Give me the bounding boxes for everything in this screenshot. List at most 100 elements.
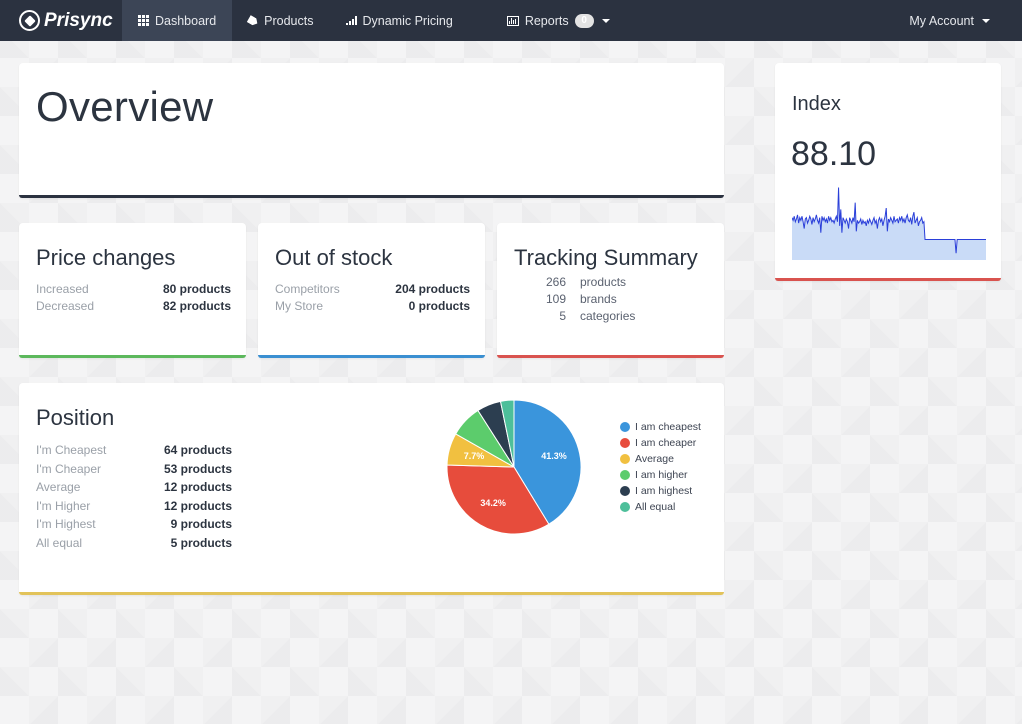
row-value: 12 products [163, 480, 232, 495]
legend-dot-icon [620, 422, 630, 432]
tracking-summary-card[interactable]: Tracking Summary 266 products 109 brands… [497, 223, 724, 358]
card-title: Tracking Summary [514, 245, 698, 270]
row-label: All equal [36, 535, 83, 550]
row-value: 64 products [163, 443, 232, 458]
index-value: 88.10 [791, 135, 877, 173]
legend-label: I am higher [635, 469, 688, 481]
index-sparkline [792, 187, 986, 260]
legend-label: I am cheapest [635, 421, 701, 433]
row-label: I'm Higher [36, 498, 91, 513]
row-label: Competitors [275, 282, 340, 297]
legend-label: Average [635, 453, 674, 465]
list-item: I'm Highest 9 products [36, 515, 232, 534]
nav-dashboard[interactable]: Dashboard [122, 0, 233, 41]
pie-data-label: 41.3% [541, 451, 567, 461]
tag-icon [247, 15, 260, 27]
pie-data-label: 7.7% [464, 451, 485, 461]
row-label: Increased [36, 282, 89, 297]
index-card[interactable]: Index 88.10 [775, 63, 1001, 281]
price-changes-card[interactable]: Price changes Increased 80 products Decr… [19, 223, 246, 358]
my-account-label: My Account [909, 13, 974, 28]
legend-label: I am cheaper [635, 437, 697, 449]
card-accent-bar [19, 355, 246, 358]
legend-dot-icon [620, 470, 630, 480]
list-item: I'm Cheapest 64 products [36, 441, 232, 460]
card-accent-bar [258, 355, 485, 358]
nav-dynamic-pricing[interactable]: Dynamic Pricing [330, 0, 491, 41]
pie-svg: 41.3% 34.2% 7.7% [446, 399, 582, 535]
row-value: 12 products [163, 498, 232, 513]
pie-data-label: 34.2% [480, 498, 506, 508]
list-item: All equal 5 products [36, 534, 232, 553]
row-value: 5 products [170, 535, 232, 550]
legend-item[interactable]: I am cheaper [620, 435, 701, 451]
card-title: Index [792, 93, 841, 115]
row-label: My Store [275, 298, 324, 313]
list-item: Increased 80 products [36, 281, 231, 298]
legend-label: All equal [635, 501, 676, 513]
row-label: I'm Highest [36, 517, 96, 532]
nav-reports[interactable]: Reports 0 [491, 0, 626, 41]
legend-item[interactable]: I am highest [620, 483, 701, 499]
card-accent-bar [497, 355, 724, 358]
nav-dashboard-label: Dashboard [155, 13, 217, 28]
row-label: products [580, 274, 627, 289]
row-value: 53 products [163, 461, 232, 476]
signal-bars-icon [345, 16, 357, 25]
list-item: I'm Cheaper 53 products [36, 460, 232, 479]
prisync-logo-icon [19, 10, 40, 31]
list-item: My Store 0 products [275, 298, 470, 315]
list-item: I'm Higher 12 products [36, 497, 232, 516]
out-of-stock-card[interactable]: Out of stock Competitors 204 products My… [258, 223, 485, 358]
card-accent-bar [19, 592, 724, 595]
row-value: 80 products [162, 282, 231, 297]
nav-my-account[interactable]: My Account [909, 0, 990, 41]
nav-dynamic-pricing-label: Dynamic Pricing [362, 13, 453, 28]
legend-item[interactable]: I am cheapest [620, 419, 701, 435]
report-chart-icon [506, 15, 519, 26]
out-of-stock-list: Competitors 204 products My Store 0 prod… [275, 281, 470, 314]
card-title: Position [36, 405, 115, 430]
legend-label: I am highest [635, 485, 693, 497]
legend-dot-icon [620, 438, 630, 448]
row-value: 0 products [408, 298, 470, 313]
position-pie-chart: 41.3% 34.2% 7.7% [446, 399, 582, 535]
row-label: Decreased [36, 298, 95, 313]
row-count: 5 [559, 308, 566, 323]
row-label: I'm Cheaper [36, 461, 101, 476]
row-label: brands [580, 291, 617, 306]
legend-dot-icon [620, 502, 630, 512]
tracking-summary-list: 266 products 109 brands 5 categories [537, 273, 635, 324]
grid-icon [138, 15, 149, 26]
legend-item[interactable]: All equal [620, 499, 701, 515]
brand-logo[interactable]: Prisync [19, 0, 122, 41]
legend-dot-icon [620, 486, 630, 496]
chevron-down-icon [601, 18, 610, 23]
brand-name: Prisync [44, 9, 113, 31]
top-navbar: Prisync Dashboard Products Dynamic Prici… [0, 0, 1022, 41]
legend-item[interactable]: Average [620, 451, 701, 467]
price-changes-list: Increased 80 products Decreased 82 produ… [36, 281, 231, 314]
row-label: categories [580, 308, 636, 323]
nav-reports-label: Reports [524, 13, 569, 28]
row-label: Average [36, 480, 81, 495]
nav-products-label: Products [264, 13, 314, 28]
card-title: Price changes [36, 245, 176, 270]
position-list: I'm Cheapest 64 products I'm Cheaper 53 … [36, 441, 232, 552]
legend-item[interactable]: I am higher [620, 467, 701, 483]
pie-legend: I am cheapest I am cheaper Average I am hig… [620, 419, 701, 515]
list-item: Average 12 products [36, 478, 232, 497]
row-value: 204 products [395, 282, 470, 297]
overview-card: Overview [19, 63, 724, 198]
page-title: Overview [36, 83, 214, 130]
nav-products[interactable]: Products [232, 0, 329, 41]
list-item: Decreased 82 products [36, 298, 231, 315]
legend-dot-icon [620, 454, 630, 464]
row-label: I'm Cheapest [36, 443, 107, 458]
list-item: 266 products [537, 273, 635, 290]
chevron-down-icon [982, 18, 990, 23]
row-count: 266 [545, 274, 566, 289]
list-item: Competitors 204 products [275, 281, 470, 298]
list-item: 5 categories [537, 307, 635, 324]
card-title: Out of stock [275, 245, 393, 270]
